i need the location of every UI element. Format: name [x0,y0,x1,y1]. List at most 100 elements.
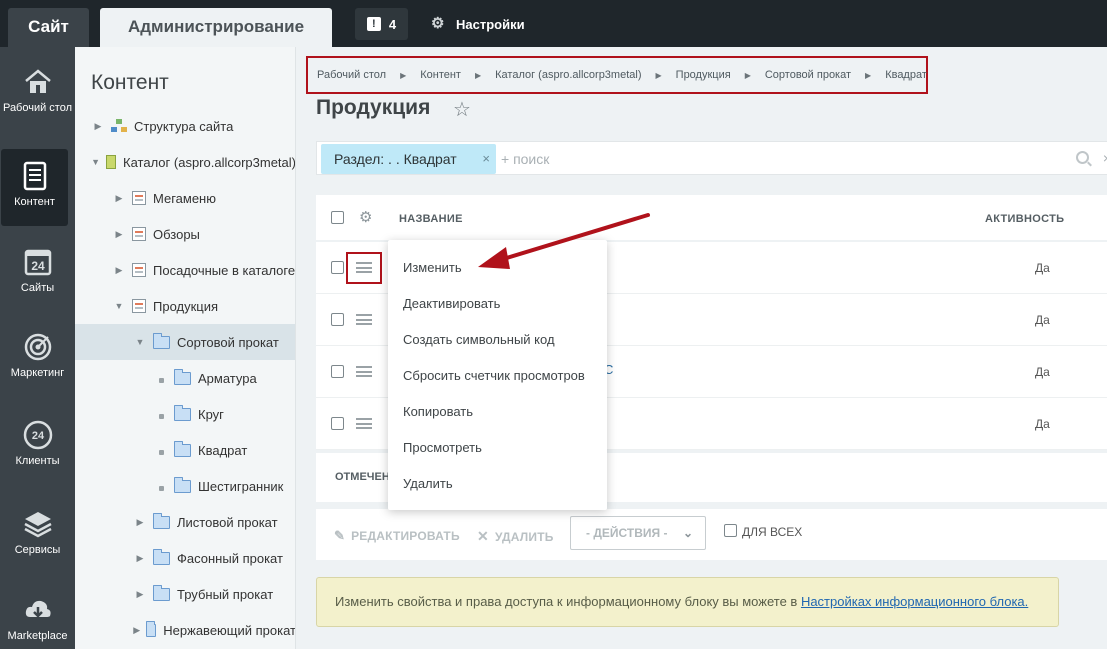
collapse-arrow-icon[interactable]: ▼ [133,337,147,347]
breadcrumb-item[interactable]: Сортовой прокат [765,69,851,81]
structure-icon [111,119,127,133]
tree-item-pipe[interactable]: ▶ Трубный прокат [75,576,295,612]
for-all-toggle[interactable]: ДЛЯ ВСЕХ [724,523,803,539]
tree-item-reviews[interactable]: ▶ Обзоры [75,216,295,252]
gear-icon: ⚙ [431,15,445,32]
row-active-value: Да [1035,313,1050,327]
notifications-button[interactable]: ! 4 [355,8,408,40]
list-icon [132,299,146,313]
tree-item-landing[interactable]: ▶ Посадочные в каталоге [75,252,295,288]
grid-header: ⚙ НАЗВАНИЕ АКТИВНОСТЬ [316,195,1107,242]
info-notice: Изменить свойства и права доступа к инфо… [316,577,1059,627]
nav-item-sites[interactable]: 24 Сайты [0,247,75,294]
cloud-download-icon [25,600,51,618]
chevron-right-icon: ▶ [744,70,751,80]
search-input[interactable]: + поиск [501,151,549,167]
collapse-arrow-icon[interactable]: ▼ [91,157,100,167]
expand-arrow-icon[interactable]: ▶ [133,553,147,564]
nav-item-marketplace[interactable]: Marketplace [0,595,75,642]
for-all-checkbox[interactable] [724,523,737,537]
tree-item-label: Шестигранник [198,478,284,494]
menu-item-delete[interactable]: Удалить [403,476,453,491]
filter-chip[interactable]: Раздел: . . Квадрат × [321,144,496,174]
row-checkbox[interactable] [331,417,344,430]
menu-item-view[interactable]: Просмотреть [403,440,482,455]
tree-item-label: Сортовой прокат [177,334,279,350]
row-menu-icon[interactable] [356,418,372,429]
filter-chip-label: Раздел: . . Квадрат [334,151,457,167]
bullet-icon [154,443,168,458]
content-tree-panel: Контент ▶ Структура сайта ▼ Каталог (asp… [75,47,296,649]
svg-text:24: 24 [31,430,44,442]
menu-item-edit[interactable]: Изменить [403,260,462,275]
settings-button[interactable]: ⚙ Настройки [431,14,525,34]
expand-arrow-icon[interactable]: ▶ [133,589,147,600]
actions-select[interactable]: - ДЕЙСТВИЯ - ⌄ [570,516,706,550]
tree-item-site-structure[interactable]: ▶ Структура сайта [75,108,295,144]
expand-arrow-icon[interactable]: ▶ [112,193,126,204]
breadcrumb-item[interactable]: Каталог (aspro.allcorp3metal) [495,69,641,81]
filter-search-bar[interactable]: Раздел: . . Квадрат × + поиск × [316,141,1107,175]
tree-item-stainless[interactable]: ▶ Нержавеющий прокат [75,612,295,648]
notification-icon: ! [366,17,381,31]
iblock-settings-link[interactable]: Настройках информационного блока. [801,594,1028,609]
row-menu-icon[interactable] [356,366,372,377]
expand-arrow-icon[interactable]: ▶ [112,229,126,240]
site-tab[interactable]: Сайт [8,8,89,47]
row-menu-icon[interactable] [356,314,372,325]
gear-icon[interactable]: ⚙ [359,210,372,225]
expand-arrow-icon[interactable]: ▶ [133,517,147,528]
tree-item-hexagon[interactable]: Шестигранник [75,468,295,504]
admin-tab[interactable]: Администрирование [100,8,332,47]
nav-item-marketing[interactable]: Маркетинг [0,332,75,379]
column-header-name[interactable]: НАЗВАНИЕ [399,213,463,225]
close-icon: ✕ [477,528,489,544]
edit-button-label: РЕДАКТИРОВАТЬ [351,529,460,543]
delete-button[interactable]: ✕ УДАЛИТЬ [477,528,554,545]
tree-title: Контент [91,71,169,94]
menu-item-copy[interactable]: Копировать [403,404,473,419]
folder-icon [174,440,191,457]
search-icon[interactable] [1076,151,1089,164]
breadcrumb: Рабочий стол ▶ Контент ▶ Каталог (aspro.… [306,56,928,94]
expand-arrow-icon[interactable]: ▶ [91,121,105,132]
tree-item-label: Мегаменю [153,190,216,206]
nav-item-clients[interactable]: 24 Клиенты [0,420,75,467]
tree-item-catalog[interactable]: ▼ Каталог (aspro.allcorp3metal) [75,144,295,180]
tree-item-label: Круг [198,406,224,422]
tree-item-shaped[interactable]: ▶ Фасонный прокат [75,540,295,576]
nav-item-label: Сайты [20,282,55,294]
menu-item-deactivate[interactable]: Деактивировать [403,296,500,311]
tree-item-products[interactable]: ▼ Продукция [75,288,295,324]
for-all-label: ДЛЯ ВСЕХ [742,525,803,539]
column-header-active[interactable]: АКТИВНОСТЬ [985,213,1064,225]
nav-item-services[interactable]: Сервисы [0,509,75,556]
annotation-arrow-icon [478,213,650,269]
star-icon[interactable]: ☆ [453,97,471,122]
row-checkbox[interactable] [331,365,344,378]
tree-item-section-rolled[interactable]: ▼ Сортовой прокат [75,324,295,360]
expand-arrow-icon[interactable]: ▶ [133,625,140,636]
tree-item-round[interactable]: Круг [75,396,295,432]
breadcrumb-item[interactable]: Контент [420,69,461,81]
nav-item-desktop[interactable]: Рабочий стол [0,67,75,114]
chip-close-icon[interactable]: × [482,151,490,166]
row-checkbox[interactable] [331,313,344,326]
breadcrumb-item[interactable]: Квадрат [885,69,927,81]
tree-item-sheet[interactable]: ▶ Листовой прокат [75,504,295,540]
breadcrumb-item[interactable]: Рабочий стол [317,69,386,81]
breadcrumb-item[interactable]: Продукция [676,69,731,81]
menu-item-create-code[interactable]: Создать символьный код [403,332,555,347]
tree-item-square[interactable]: Квадрат [75,432,295,468]
select-all-checkbox[interactable] [331,211,344,224]
row-menu-icon[interactable] [356,262,372,273]
edit-button[interactable]: ✎ РЕДАКТИРОВАТЬ [334,528,460,544]
row-checkbox[interactable] [331,261,344,274]
expand-arrow-icon[interactable]: ▶ [112,265,126,276]
tree-item-rebar[interactable]: Арматура [75,360,295,396]
close-icon[interactable]: × [1103,150,1107,166]
collapse-arrow-icon[interactable]: ▼ [112,301,126,311]
tree-item-megamenu[interactable]: ▶ Мегаменю [75,180,295,216]
menu-item-reset-views[interactable]: Сбросить счетчик просмотров [403,368,585,383]
nav-item-content[interactable]: Контент [1,149,68,226]
